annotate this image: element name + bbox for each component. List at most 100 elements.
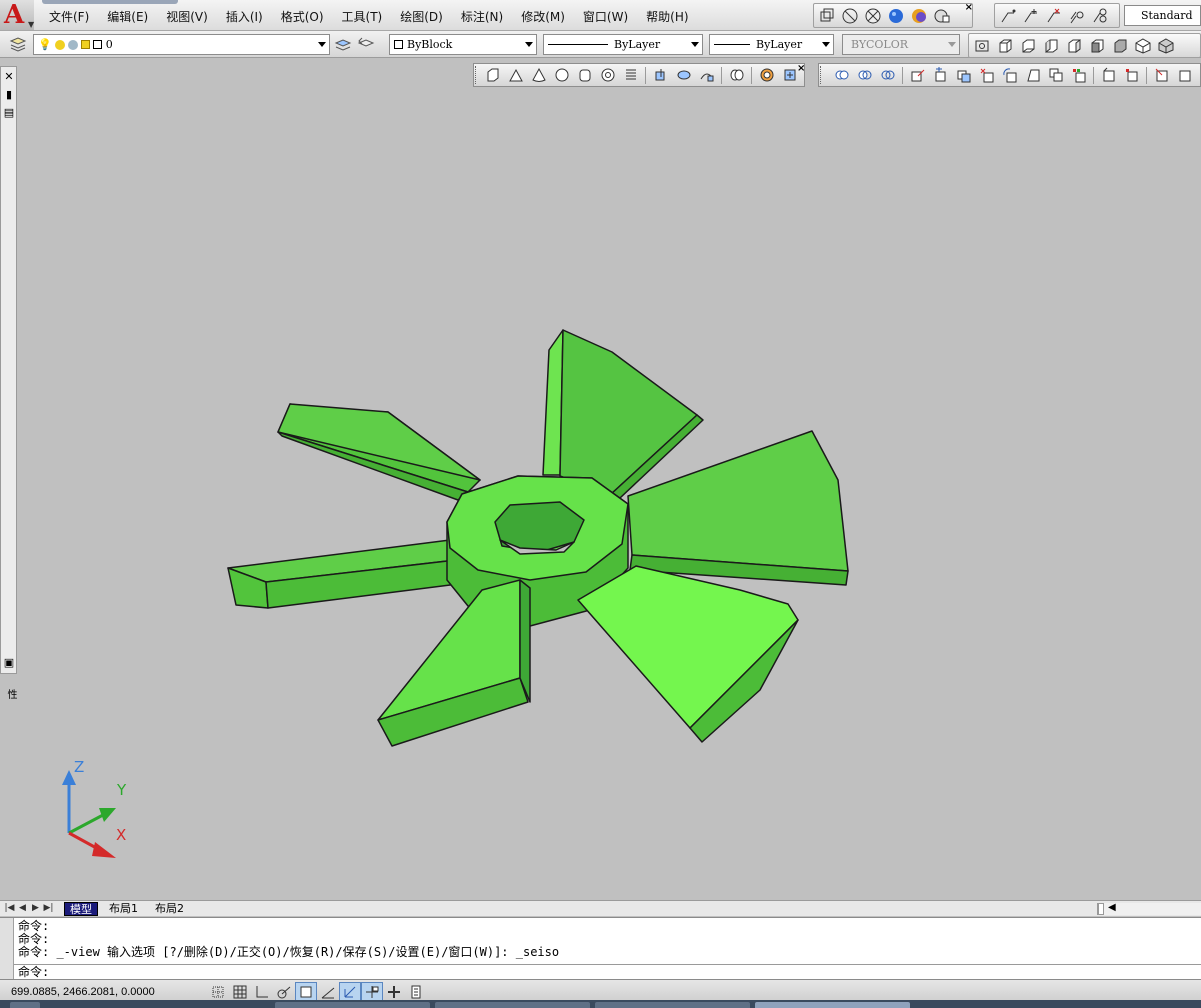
dynamic-input-toggle[interactable] — [361, 982, 383, 1001]
front-view-button[interactable] — [1087, 36, 1107, 56]
collect-leaders-button[interactable] — [1090, 6, 1110, 26]
named-views-button[interactable] — [972, 36, 992, 56]
menu-insert[interactable]: 插入(I) — [217, 8, 272, 26]
top-view-button[interactable] — [995, 36, 1015, 56]
menu-tools[interactable]: 工具(T) — [333, 8, 392, 26]
back-view-button[interactable] — [1110, 36, 1130, 56]
add-leader-button[interactable] — [1021, 6, 1041, 26]
prev-tab-icon[interactable]: ◀ — [17, 902, 28, 914]
layer-dropdown[interactable]: 💡 0 — [33, 34, 330, 55]
scroll-thumb[interactable] — [1098, 903, 1104, 915]
polysolid-button[interactable] — [482, 65, 503, 85]
toolbar-close-icon[interactable]: × — [965, 2, 973, 13]
tab-layout1[interactable]: 布局1 — [104, 902, 143, 916]
quick-properties-toggle[interactable] — [405, 982, 427, 1001]
taskbar-item-active[interactable] — [755, 1002, 910, 1008]
layer-previous-button[interactable] — [356, 34, 376, 54]
toolbar-grip[interactable] — [475, 66, 478, 84]
taskbar-item[interactable] — [275, 1002, 430, 1008]
layer-manager-button[interactable] — [8, 34, 28, 54]
dynamic-ucs-toggle[interactable] — [339, 982, 361, 1001]
intersect-button[interactable] — [877, 65, 898, 85]
extrude-faces-button[interactable] — [907, 65, 928, 85]
taskbar-item[interactable] — [435, 1002, 590, 1008]
application-menu-button[interactable]: A ▼ — [0, 0, 34, 30]
first-tab-icon[interactable]: |◀ — [4, 902, 15, 914]
ortho-toggle[interactable] — [251, 982, 273, 1001]
left-view-button[interactable] — [1041, 36, 1061, 56]
delete-faces-button[interactable] — [976, 65, 997, 85]
menu-format[interactable]: 格式(O) — [272, 8, 333, 26]
section-plane-button[interactable] — [756, 65, 777, 85]
sphere-button[interactable] — [551, 65, 572, 85]
toolbar-grip[interactable] — [820, 66, 823, 84]
toolbar-close-icon[interactable]: × — [797, 63, 805, 74]
3d-wireframe-button[interactable] — [840, 6, 860, 26]
palette-properties-icon[interactable]: ▣ — [3, 657, 15, 669]
revolve-button[interactable] — [673, 65, 694, 85]
wedge-button[interactable] — [505, 65, 526, 85]
lineweight-toggle[interactable] — [383, 982, 405, 1001]
align-leaders-button[interactable] — [1067, 6, 1087, 26]
properties-palette-strip[interactable]: ✕ ▮ ▤ 特性 ▣ — [0, 66, 31, 699]
snap-mode-toggle[interactable] — [207, 982, 229, 1001]
menu-window[interactable]: 窗口(W) — [574, 8, 637, 26]
color-faces-button[interactable] — [1068, 65, 1089, 85]
close-icon[interactable]: ✕ — [3, 71, 15, 83]
color-dropdown[interactable]: ByBlock — [389, 34, 537, 55]
copy-faces-button[interactable] — [1045, 65, 1066, 85]
grid-toggle[interactable] — [229, 982, 251, 1001]
torus-button[interactable] — [597, 65, 618, 85]
object-snap-tracking-toggle[interactable] — [317, 982, 339, 1001]
sweep-button[interactable] — [696, 65, 717, 85]
menu-help[interactable]: 帮助(H) — [637, 8, 697, 26]
helix-button[interactable] — [620, 65, 641, 85]
hidden-button[interactable] — [863, 6, 883, 26]
extrude-button[interactable] — [650, 65, 671, 85]
remove-leader-button[interactable] — [1044, 6, 1064, 26]
se-isometric-button[interactable] — [1156, 36, 1176, 56]
menu-dimension[interactable]: 标注(N) — [452, 8, 512, 26]
sw-isometric-button[interactable] — [1133, 36, 1153, 56]
text-style-dropdown[interactable]: Standard — [1124, 5, 1201, 26]
clean-button[interactable] — [1174, 65, 1195, 85]
palette-menu-icon[interactable]: ▤ — [3, 107, 15, 119]
union-solid-button[interactable] — [831, 65, 852, 85]
2d-wireframe-button[interactable] — [817, 6, 837, 26]
coordinate-readout[interactable]: 699.0885, 2466.2081, 0.0000 — [11, 986, 155, 998]
taper-faces-button[interactable] — [1022, 65, 1043, 85]
menu-edit[interactable]: 编辑(E) — [98, 8, 157, 26]
bottom-view-button[interactable] — [1018, 36, 1038, 56]
tab-model[interactable]: 模型 — [64, 902, 98, 916]
horizontal-scrollbar[interactable]: ◀ — [1097, 902, 1201, 915]
subtract-button[interactable] — [854, 65, 875, 85]
drawing-area[interactable]: Z Y X — [18, 62, 1201, 900]
visual-style-manager-button[interactable] — [932, 6, 952, 26]
menu-file[interactable]: 文件(F) — [40, 8, 98, 26]
menu-draw[interactable]: 绘图(D) — [391, 8, 452, 26]
auto-hide-icon[interactable]: ▮ — [3, 89, 15, 101]
taskbar-item[interactable] — [595, 1002, 750, 1008]
scroll-left-icon[interactable]: ◀ — [1108, 902, 1116, 913]
union-button[interactable] — [726, 65, 747, 85]
menu-modify[interactable]: 修改(M) — [512, 8, 574, 26]
cone-button[interactable] — [528, 65, 549, 85]
cylinder-button[interactable] — [574, 65, 595, 85]
menu-view[interactable]: 视图(V) — [157, 8, 217, 26]
make-object-layer-current-button[interactable] — [333, 34, 353, 54]
realistic-button[interactable] — [886, 6, 906, 26]
command-window-grip[interactable] — [0, 918, 14, 980]
rotate-faces-button[interactable] — [999, 65, 1020, 85]
tab-layout2[interactable]: 布局2 — [150, 902, 189, 916]
imprint-button[interactable] — [1151, 65, 1172, 85]
right-view-button[interactable] — [1064, 36, 1084, 56]
offset-faces-button[interactable] — [953, 65, 974, 85]
move-faces-button[interactable] — [930, 65, 951, 85]
start-button[interactable] — [10, 1002, 40, 1008]
color-edges-button[interactable] — [1121, 65, 1142, 85]
command-input[interactable]: 命令: — [14, 964, 1201, 979]
conceptual-button[interactable] — [909, 6, 929, 26]
object-snap-toggle[interactable] — [295, 982, 317, 1001]
copy-edges-button[interactable] — [1098, 65, 1119, 85]
next-tab-icon[interactable]: ▶ — [30, 902, 41, 914]
